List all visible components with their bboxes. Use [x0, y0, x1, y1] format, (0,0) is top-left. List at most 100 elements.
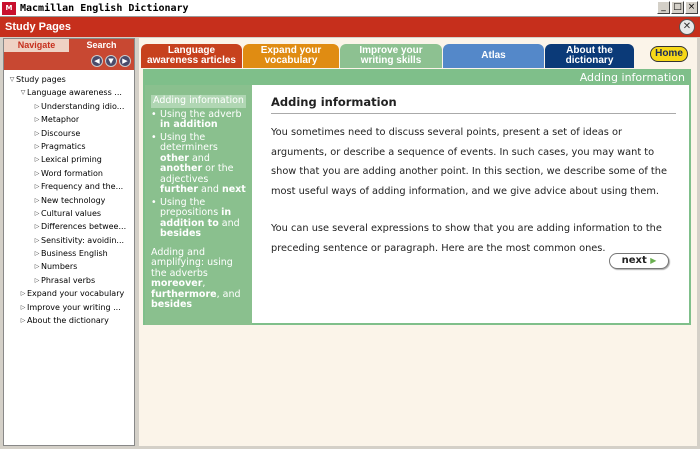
article-title: Adding information: [271, 95, 676, 114]
tree-item-label: Study pages: [16, 75, 66, 84]
tree-item[interactable]: ▷ Business English: [4, 247, 134, 260]
tab-expand-vocabulary[interactable]: Expand your vocabulary: [243, 44, 339, 68]
topic-keyword: moreover: [151, 278, 203, 289]
collapsed-icon[interactable]: ▷: [19, 314, 27, 327]
tree-item[interactable]: ▷ Phrasal verbs: [4, 274, 134, 287]
tree-item[interactable]: ▷ Expand your vocabulary: [4, 287, 134, 300]
expanded-icon[interactable]: ▽: [8, 73, 16, 86]
tree-item-label: Discourse: [41, 128, 81, 138]
tree-item-label: Differences betwee...: [41, 222, 127, 232]
tab-label: writing skills: [360, 55, 422, 66]
topic-text: , and: [216, 288, 241, 300]
tab-search[interactable]: Search: [69, 39, 134, 52]
tree-item-label: Lexical priming: [41, 155, 102, 165]
collapsed-icon[interactable]: ▷: [33, 274, 41, 287]
close-window-button[interactable]: ×: [685, 1, 698, 14]
collapsed-icon[interactable]: ▷: [33, 113, 41, 126]
collapsed-icon[interactable]: ▷: [33, 194, 41, 207]
next-button[interactable]: next ▶: [609, 253, 669, 269]
tree-item[interactable]: ▷ Understanding idio...: [4, 100, 134, 113]
tab-about-dictionary[interactable]: About the dictionary: [545, 44, 634, 68]
study-pages-title: Study Pages: [5, 21, 72, 33]
collapsed-icon[interactable]: ▷: [33, 127, 41, 140]
tree-item[interactable]: ▷ Improve your writing ...: [4, 301, 134, 314]
forward-arrow-icon[interactable]: ▶: [119, 55, 131, 67]
tree-item-label: Cultural values: [41, 208, 102, 218]
tab-label: awareness articles: [147, 55, 236, 66]
topic-keyword: next: [221, 184, 246, 195]
topic-link[interactable]: • Using the adverb in addition: [151, 108, 248, 131]
article-text: Adding information You sometimes need to…: [271, 95, 676, 276]
tree-item-label: Sensitivity: avoidin...: [41, 235, 125, 245]
collapsed-icon[interactable]: ▷: [33, 180, 41, 193]
topic-keyword: further: [160, 184, 199, 195]
collapsed-icon[interactable]: ▷: [33, 207, 41, 220]
collapsed-icon[interactable]: ▷: [33, 260, 41, 273]
tab-improve-writing[interactable]: Improve your writing skills: [340, 44, 442, 68]
topic-active[interactable]: Adding information: [151, 95, 246, 108]
tree-item-label: Word formation: [41, 168, 103, 178]
tree-item-label: Phrasal verbs: [41, 275, 96, 285]
topic-text: Using the adverb: [160, 108, 242, 120]
tree-item[interactable]: ▷ Word formation: [4, 167, 134, 180]
nav-arrows: ◀ ▼ ▶: [4, 52, 134, 70]
topic-text: Adding and amplifying: using the adverbs: [151, 246, 233, 279]
back-arrow-icon[interactable]: ◀: [91, 55, 103, 67]
down-arrow-icon[interactable]: ▼: [105, 55, 117, 67]
collapsed-icon[interactable]: ▷: [33, 140, 41, 153]
navigation-panel: Navigate Search ◀ ▼ ▶ ▽ Study pages ▽ Lang…: [3, 38, 135, 446]
topic-link[interactable]: Adding and amplifying: using the adverbs…: [151, 246, 248, 311]
close-study-pages-icon[interactable]: ✕: [679, 19, 695, 35]
topic-text: ,: [202, 278, 206, 289]
topic-link[interactable]: • Using the prepositions in addition to …: [151, 197, 248, 240]
topic-keyword: other: [160, 152, 189, 164]
section-tabs: Language awareness articles Expand your vo…: [141, 44, 635, 68]
tab-label: Atlas: [481, 50, 506, 61]
topic-keyword: another: [160, 163, 203, 174]
tab-navigate[interactable]: Navigate: [4, 39, 69, 52]
tree-item-label: Understanding idio...: [41, 101, 125, 111]
collapsed-icon[interactable]: ▷: [33, 220, 41, 233]
tree-item-label: Expand your vocabulary: [27, 289, 125, 299]
expanded-icon[interactable]: ▽: [19, 86, 27, 99]
collapsed-icon[interactable]: ▷: [33, 234, 41, 247]
tree-item[interactable]: ▷ Sensitivity: avoidin...: [4, 234, 134, 247]
tree-item[interactable]: ▷ Numbers: [4, 260, 134, 273]
tab-label: dictionary: [565, 55, 614, 66]
topic-text: Using the determiners: [160, 131, 218, 153]
main-area: Language awareness articles Expand your vo…: [139, 38, 697, 446]
tab-language-awareness[interactable]: Language awareness articles: [141, 44, 242, 68]
topic-link[interactable]: • Using the determiners other and anothe…: [151, 131, 248, 196]
tree-item[interactable]: ▷ Cultural values: [4, 207, 134, 220]
tree-item[interactable]: ▷ Metaphor: [4, 113, 134, 126]
topic-text: and: [218, 217, 240, 229]
topic-keyword: besides: [160, 228, 202, 239]
tree-item[interactable]: ▷ Pragmatics: [4, 140, 134, 153]
tree-item-label: Pragmatics: [41, 141, 86, 151]
maximize-button[interactable]: □: [671, 1, 684, 14]
tree-item[interactable]: ▷ New technology: [4, 194, 134, 207]
collapsed-icon[interactable]: ▷: [33, 247, 41, 260]
tree-item[interactable]: ▷ Discourse: [4, 127, 134, 140]
home-button[interactable]: Home: [650, 46, 688, 62]
tree-item-label: Frequency and the...: [41, 182, 124, 192]
collapsed-icon[interactable]: ▷: [33, 167, 41, 180]
collapsed-icon[interactable]: ▷: [33, 100, 41, 113]
collapsed-icon[interactable]: ▷: [19, 287, 27, 300]
collapsed-icon[interactable]: ▷: [19, 301, 27, 314]
tree-item[interactable]: ▷ Differences betwee...: [4, 220, 134, 233]
window-title: Macmillan English Dictionary: [20, 2, 189, 14]
tree-item-label: Metaphor: [41, 115, 80, 125]
tree-item-label: Numbers: [41, 262, 78, 272]
tree-item[interactable]: ▽ Study pages: [4, 73, 134, 86]
minimize-button[interactable]: _: [657, 1, 670, 14]
tree-item-label: About the dictionary: [27, 316, 109, 326]
nav-tabs: Navigate Search: [4, 39, 134, 52]
collapsed-icon[interactable]: ▷: [33, 153, 41, 166]
tree-item[interactable]: ▷ Frequency and the...: [4, 180, 134, 193]
tree-item[interactable]: ▷ About the dictionary: [4, 314, 134, 327]
tab-atlas[interactable]: Atlas: [443, 44, 544, 68]
tree-item[interactable]: ▽ Language awareness ...: [4, 86, 134, 99]
content-header: Adding information: [145, 71, 689, 85]
tree-item[interactable]: ▷ Lexical priming: [4, 153, 134, 166]
